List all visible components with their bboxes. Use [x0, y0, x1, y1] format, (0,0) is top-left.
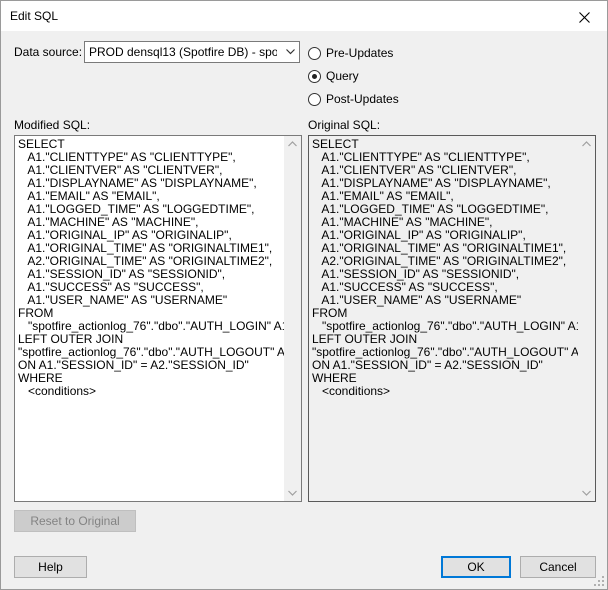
pre-updates-label: Pre-Updates [326, 46, 394, 60]
data-source-value: PROD densql13 (Spotfire DB) - spotfirelo… [89, 45, 277, 59]
modified-sql-editor[interactable]: SELECT A1."CLIENTTYPE" AS "CLIENTTYPE", … [14, 135, 302, 502]
scroll-up-arrow-icon[interactable] [582, 141, 591, 147]
post-updates-label: Post-Updates [326, 92, 399, 106]
modified-sql-label: Modified SQL: [14, 118, 91, 132]
original-sql-text: SELECT A1."CLIENTTYPE" AS "CLIENTTYPE", … [312, 138, 578, 398]
window-title: Edit SQL [10, 9, 59, 23]
title-bar: Edit SQL [1, 1, 607, 31]
scroll-down-arrow-icon[interactable] [288, 490, 297, 496]
data-source-select[interactable]: PROD densql13 (Spotfire DB) - spotfirelo… [84, 41, 300, 63]
query-radio[interactable]: Query [308, 69, 428, 85]
dropdown-button[interactable] [281, 42, 299, 62]
original-sql-editor: SELECT A1."CLIENTTYPE" AS "CLIENTTYPE", … [308, 135, 596, 502]
radio-circle [308, 70, 321, 83]
scroll-up-arrow-icon[interactable] [288, 141, 297, 147]
post-updates-radio[interactable]: Post-Updates [308, 92, 428, 108]
query-label: Query [326, 69, 359, 83]
data-source-label: Data source: [14, 45, 83, 59]
cancel-button[interactable]: Cancel [520, 556, 596, 578]
radio-circle [308, 93, 321, 106]
close-button[interactable] [561, 1, 607, 31]
original-sql-label: Original SQL: [308, 118, 381, 132]
original-sql-scrollbar[interactable] [578, 136, 595, 501]
ok-button[interactable]: OK [441, 556, 511, 578]
edit-sql-dialog: Edit SQL Data source: PROD densql13 (Spo… [0, 0, 608, 590]
radio-circle [308, 47, 321, 60]
modified-sql-scrollbar[interactable] [284, 136, 301, 501]
reset-to-original-button[interactable]: Reset to Original [14, 510, 136, 532]
resize-grip-icon[interactable] [594, 576, 605, 587]
close-icon [578, 11, 590, 23]
modified-sql-text[interactable]: SELECT A1."CLIENTTYPE" AS "CLIENTTYPE", … [18, 138, 284, 501]
radio-selected-dot [312, 74, 317, 79]
scroll-down-arrow-icon[interactable] [582, 490, 591, 496]
help-button[interactable]: Help [14, 556, 87, 578]
pre-updates-radio[interactable]: Pre-Updates [308, 46, 428, 62]
chevron-down-icon [286, 49, 295, 55]
